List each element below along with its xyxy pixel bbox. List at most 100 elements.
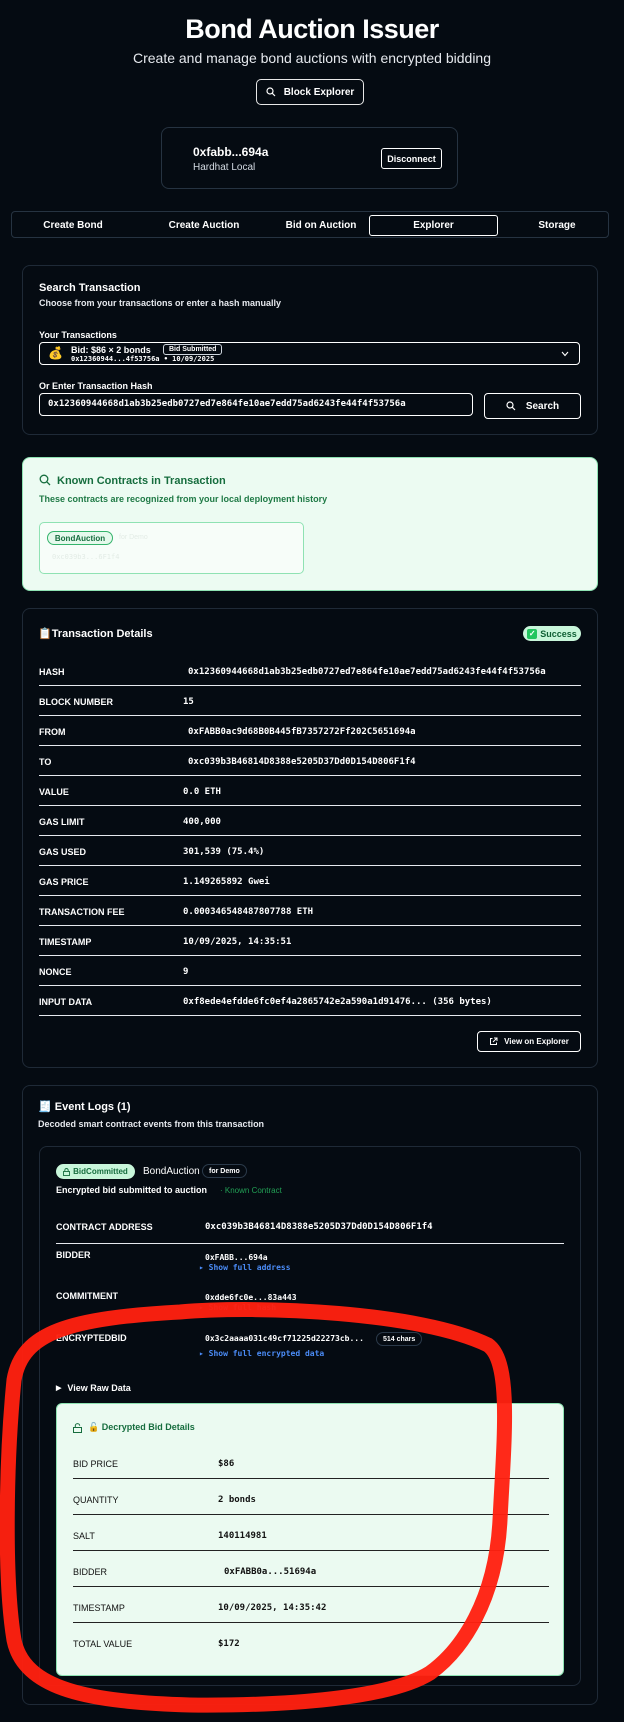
hash-input[interactable]: 0x12360944668d1ab3b25edb0727ed7e864fe10a…	[39, 393, 473, 416]
status-badge: ✓ Success	[523, 626, 581, 641]
demo-tag: for Demo	[202, 1164, 247, 1178]
detail-row: FROM 0xFABB0ac9d68B0B445fB7357272Ff202C56…	[39, 716, 581, 746]
decrypted-key: BIDDER	[73, 1567, 108, 1577]
decrypted-key: SALT	[73, 1531, 95, 1541]
detail-key: GAS PRICE	[39, 877, 89, 887]
detail-row: TRANSACTION FEE 0.000346548487807788 ETH	[39, 896, 581, 926]
event-field-key: BIDDER	[56, 1250, 91, 1260]
show-full-hash-link[interactable]: ▸ Show full hash	[199, 1303, 276, 1312]
decrypted-key: QUANTITY	[73, 1495, 119, 1505]
view-raw-data-toggle[interactable]: ▶ View Raw Data	[56, 1383, 131, 1393]
known-contract-item[interactable]: BondAuction for Demo 0xc039b3...6F1f4	[39, 522, 304, 574]
event-field-row: COMMITMENT 0xdde6fc0e...83a443 ▸ Show fu…	[56, 1291, 564, 1325]
view-raw-data-label: View Raw Data	[67, 1383, 131, 1393]
block-explorer-label: Block Explorer	[283, 86, 355, 98]
event-field-value: 0xc039b3B46814D8388e5205D37Dd0D154D806F1…	[205, 1222, 433, 1232]
money-bag-icon: 💰	[48, 346, 63, 360]
your-transactions-label: Your Transactions	[39, 330, 117, 340]
detail-value: 9	[183, 967, 189, 977]
decrypted-title: 🔓 Decrypted Bid Details	[88, 1422, 195, 1432]
event-field-value: 0xFABB...694a	[205, 1253, 268, 1262]
tx-status-badge: Bid Submitted	[163, 344, 223, 355]
decrypted-value: 10/09/2025, 14:35:42	[218, 1603, 327, 1613]
decrypted-key: TIMESTAMP	[73, 1603, 125, 1613]
event-field-key: COMMITMENT	[56, 1291, 118, 1301]
detail-row: VALUE 0.0 ETH	[39, 776, 581, 806]
search-button[interactable]: Search	[484, 393, 581, 419]
detail-key: GAS USED	[39, 847, 87, 857]
detail-value: 0xc039b3B46814D8388e5205D37Dd0D154D806F1…	[188, 757, 416, 767]
detail-row: TO 0xc039b3B46814D8388e5205D37Dd0D154D806…	[39, 746, 581, 776]
detail-row: INPUT DATA 0xf8ede4efdde6fc0ef4a2865742e2…	[39, 986, 581, 1016]
search-icon	[266, 87, 276, 97]
external-link-icon	[490, 1037, 498, 1045]
detail-value: 0xFABB0ac9d68B0B445fB7357272Ff202C565169…	[188, 727, 416, 737]
tab-explorer[interactable]: Explorer	[369, 215, 498, 236]
event-field-row: BIDDER 0xFABB...694a ▸ Show full address	[56, 1250, 564, 1284]
detail-key: FROM	[39, 727, 66, 737]
wallet-panel: 0xfabb...694a Hardhat Local Disconnect	[161, 127, 458, 189]
detail-row: GAS USED 301,539 (75.4%)	[39, 836, 581, 866]
lock-icon	[63, 1167, 71, 1176]
decrypted-bid-card: 🔓 Decrypted Bid Details BID PRICE $86 QUA…	[56, 1403, 564, 1676]
transaction-select[interactable]: 💰 Bid: $86 × 2 bonds Bid Submitted 0x123…	[39, 342, 580, 365]
view-on-explorer-button[interactable]: View on Explorer	[477, 1031, 581, 1052]
tab-create-auction[interactable]: Create Auction	[140, 215, 268, 236]
tab-storage[interactable]: Storage	[502, 215, 612, 236]
detail-row: BLOCK NUMBER 15	[39, 686, 581, 716]
disconnect-button[interactable]: Disconnect	[381, 148, 442, 169]
detail-key: INPUT DATA	[39, 997, 93, 1007]
decrypted-value: $86	[218, 1459, 235, 1469]
hash-label: Or Enter Transaction Hash	[39, 381, 153, 391]
detail-key: TRANSACTION FEE	[39, 907, 125, 917]
decrypted-row: QUANTITY 2 bonds	[73, 1479, 549, 1515]
event-field-key: CONTRACT ADDRESS	[56, 1222, 153, 1232]
detail-value: 10/09/2025, 14:35:51	[183, 937, 292, 947]
detail-value: 0.0 ETH	[183, 787, 221, 797]
transaction-details-title: 📋Transaction Details	[38, 628, 153, 640]
decrypted-value: 0xFABB0a...51694a	[224, 1567, 317, 1577]
decrypted-row: BID PRICE $86	[73, 1443, 549, 1479]
detail-value: 0xf8ede4efdde6fc0ef4a2865742e2a590a1d914…	[183, 997, 492, 1007]
search-subtitle: Choose from your transactions or enter a…	[39, 298, 282, 308]
detail-row: GAS PRICE 1.149265892 Gwei	[39, 866, 581, 896]
detail-row: GAS LIMIT 400,000	[39, 806, 581, 836]
decrypted-value: 2 bonds	[218, 1495, 256, 1505]
detail-key: HASH	[39, 667, 65, 677]
event-logs-title: 🧾 Event Logs (1)	[38, 1101, 131, 1113]
show-full-address-link[interactable]: ▸ Show full address	[199, 1263, 291, 1272]
detail-key: BLOCK NUMBER	[39, 697, 113, 707]
event-field-key: ENCRYPTEDBID	[56, 1333, 127, 1343]
event-name: BidCommitted	[73, 1167, 128, 1176]
detail-key: GAS LIMIT	[39, 817, 85, 827]
detail-key: TIMESTAMP	[39, 937, 92, 947]
detail-value: 0x12360944668d1ab3b25edb0727ed7e864fe10a…	[188, 667, 546, 677]
search-label: Search	[525, 400, 560, 412]
selected-tx-title: Bid: $86 × 2 bonds	[71, 345, 151, 355]
check-icon: ✓	[527, 628, 538, 639]
chevron-down-icon	[561, 351, 569, 357]
detail-value: 0.000346548487807788 ETH	[183, 907, 314, 917]
decrypted-key: TOTAL VALUE	[73, 1639, 133, 1649]
tab-bid-on-auction[interactable]: Bid on Auction	[256, 215, 386, 236]
caret-right-icon: ▶	[56, 1385, 62, 1392]
show-full-encrypted-link[interactable]: ▸ Show full encrypted data	[199, 1349, 324, 1358]
contract-address: 0xc039b3...6F1f4	[52, 553, 120, 561]
view-on-explorer-label: View on Explorer	[504, 1037, 569, 1046]
decrypted-value: 140114981	[218, 1531, 267, 1541]
decrypted-title-row: 🔓 Decrypted Bid Details	[73, 1422, 195, 1433]
unlock-icon	[73, 1422, 82, 1433]
tab-bar: Create Bond Create Auction Bid on Auctio…	[11, 211, 609, 238]
selected-tx-meta: 0x12360944...4f53756a • 10/09/2025	[71, 355, 215, 363]
contract-name-badge: BondAuction	[47, 531, 113, 545]
block-explorer-button[interactable]: Block Explorer	[256, 79, 364, 105]
detail-row: HASH 0x12360944668d1ab3b25edb0727ed7e864f…	[39, 656, 581, 686]
tab-create-bond[interactable]: Create Bond	[18, 215, 128, 236]
known-contracts-title: Known Contracts in Transaction	[57, 475, 226, 487]
detail-value: 301,539 (75.4%)	[183, 847, 265, 857]
decrypted-row: TOTAL VALUE $172	[73, 1623, 549, 1659]
event-field-value: 0x3c2aaaa031c49cf71225d22273cb...	[205, 1334, 364, 1343]
known-contract-tag: · Known Contract	[220, 1186, 282, 1195]
event-field-value: 0xdde6fc0e...83a443	[205, 1293, 297, 1302]
decrypted-key: BID PRICE	[73, 1459, 119, 1469]
